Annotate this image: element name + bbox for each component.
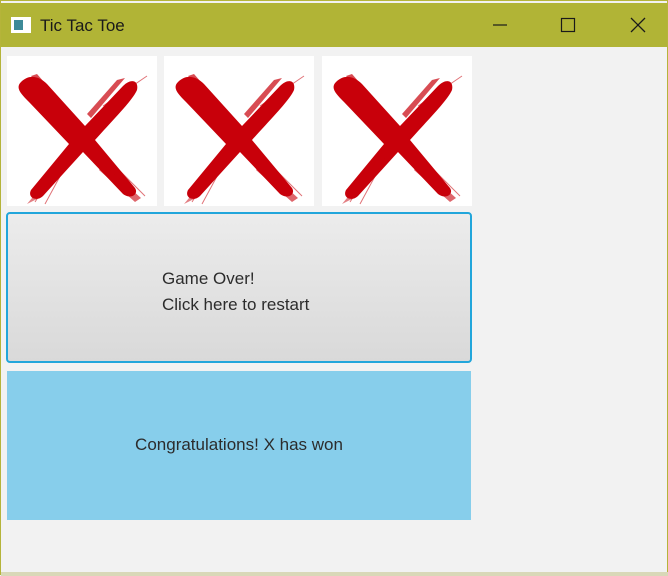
- close-button[interactable]: [615, 3, 661, 47]
- board-cell-1[interactable]: [7, 56, 157, 206]
- board-cell-3[interactable]: [322, 56, 472, 206]
- game-over-text: Game Over!: [162, 269, 255, 288]
- maximize-button[interactable]: [545, 3, 591, 47]
- app-window: Tic Tac Toe Game Over! Click here to res…: [0, 0, 668, 576]
- red-x-brush-icon: [333, 74, 463, 205]
- minimize-button[interactable]: [477, 3, 523, 47]
- maximize-icon: [560, 17, 576, 33]
- restart-button[interactable]: Game Over! Click here to restart: [6, 212, 472, 363]
- window-title: Tic Tac Toe: [40, 16, 125, 35]
- restart-hint-text: Click here to restart: [162, 295, 310, 314]
- restart-label: Game Over! Click here to restart: [162, 266, 309, 318]
- app-window-icon: [11, 17, 31, 33]
- minimize-icon: [493, 24, 507, 26]
- win-message: Congratulations! X has won: [135, 435, 343, 454]
- status-panel: Congratulations! X has won: [7, 371, 471, 520]
- red-x-brush-icon: [175, 74, 305, 205]
- title-bar[interactable]: Tic Tac Toe: [1, 3, 667, 47]
- red-x-brush-icon: [18, 74, 148, 205]
- board-cell-2[interactable]: [164, 56, 314, 206]
- close-icon: [630, 17, 646, 33]
- window-bottom-border: [1, 572, 668, 576]
